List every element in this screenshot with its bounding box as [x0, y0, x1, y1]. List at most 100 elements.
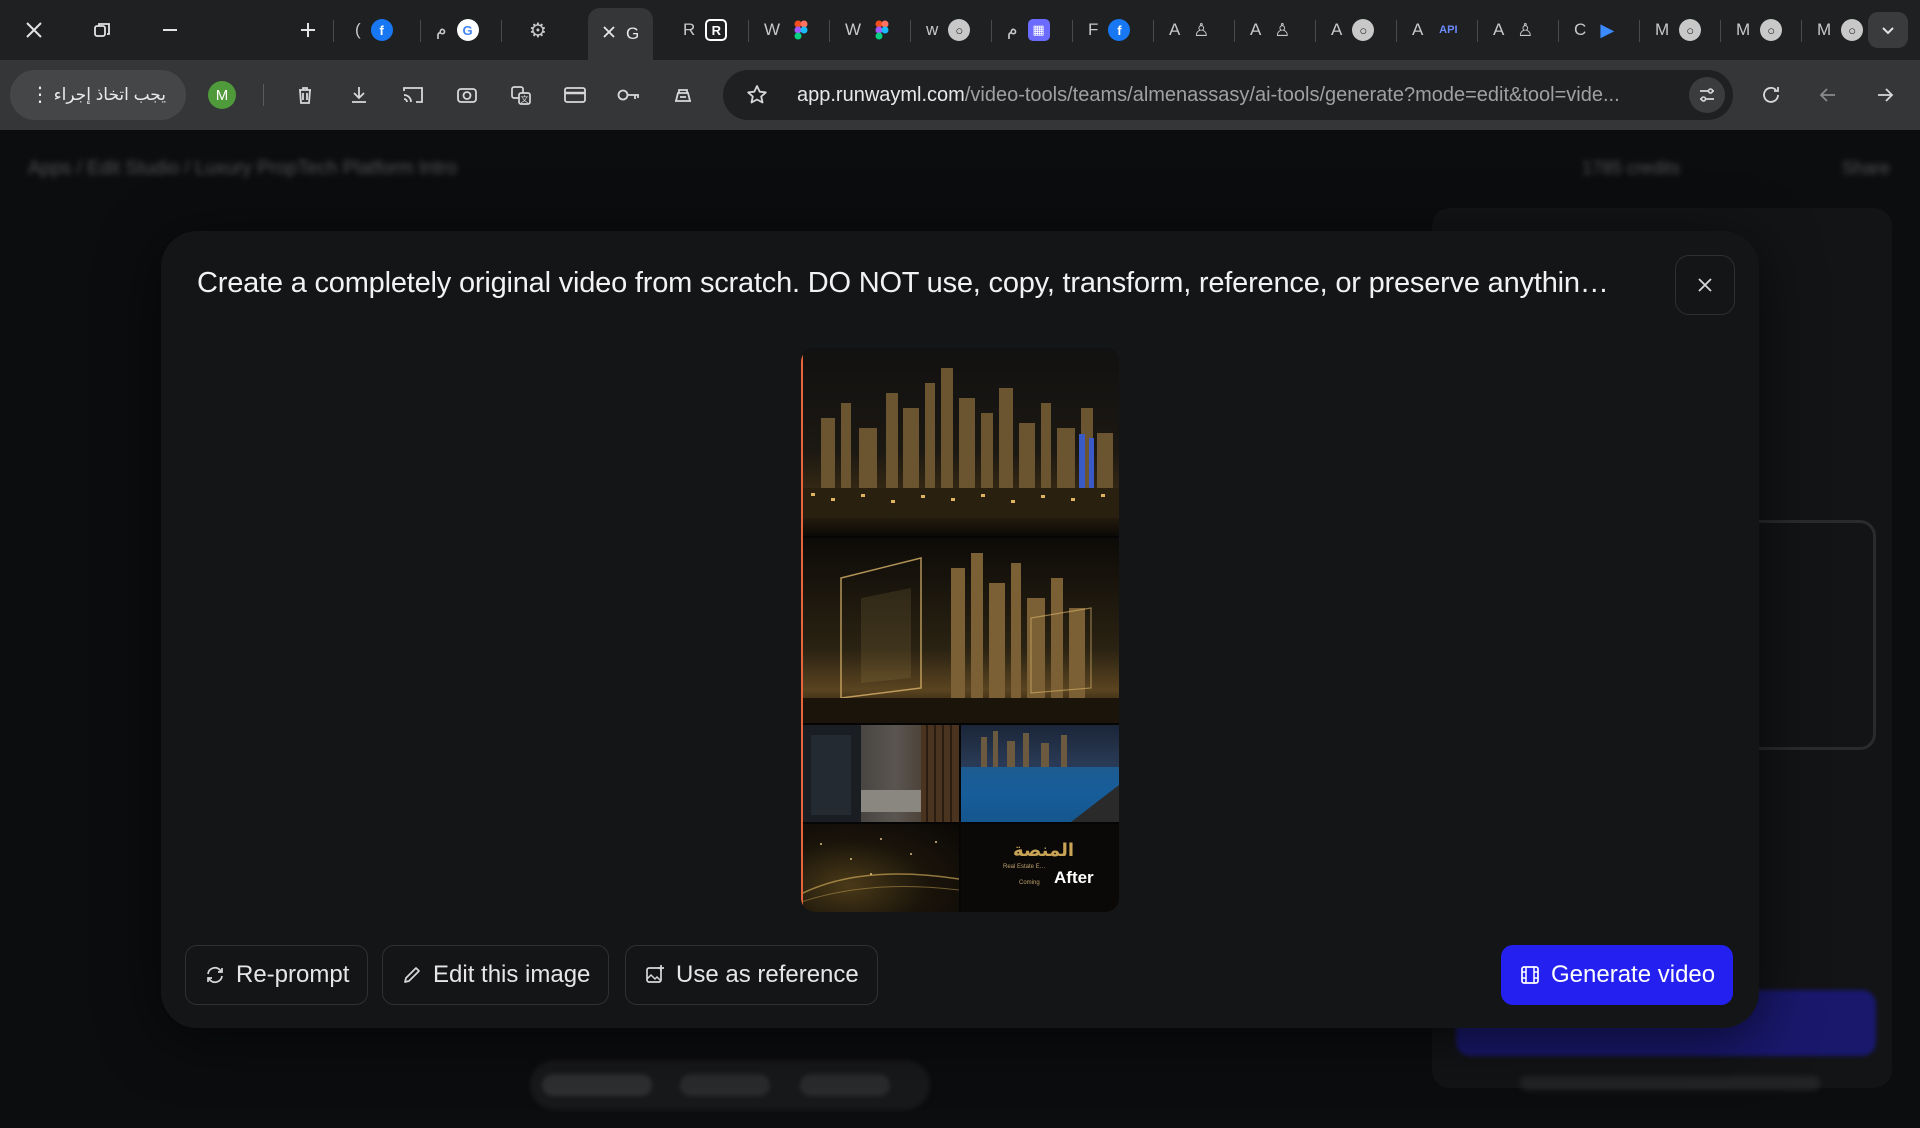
address-bar[interactable]: app.runwayml.com/video-tools/teams/almen…: [723, 70, 1733, 120]
tab-label: (: [355, 20, 361, 39]
browser-tab[interactable]: مG: [426, 12, 489, 48]
skyline-image: [801, 348, 1119, 536]
chevron-down-icon: [1882, 27, 1894, 35]
site-settings-icon[interactable]: [1689, 77, 1725, 113]
globe-icon: ○: [1760, 19, 1783, 41]
new-tab-icon[interactable]: [282, 8, 334, 52]
browser-tab[interactable]: M ○: [1726, 12, 1792, 48]
gold-dust-image: [801, 824, 959, 912]
logo-subtitle: Real Estate E…: [1003, 864, 1046, 870]
app-icon: ▦: [1027, 19, 1050, 41]
tab-separator: [1558, 20, 1559, 42]
browser-tab[interactable]: G: [588, 8, 654, 60]
action-required-label: يجب اتخاذ إجراء: [53, 85, 166, 104]
browser-tab[interactable]: م ▦: [997, 12, 1060, 48]
trash-icon[interactable]: [290, 80, 320, 110]
tab-separator: [1315, 20, 1316, 42]
extension-icon[interactable]: [668, 80, 698, 110]
profile-avatar[interactable]: M: [208, 81, 236, 109]
tab-label: A: [1412, 20, 1424, 39]
tab-search-button[interactable]: [1868, 12, 1908, 48]
browser-tab[interactable]: Ff: [1078, 12, 1140, 48]
browser-tab[interactable]: C ▶: [1564, 12, 1628, 48]
facebook-icon: f: [370, 19, 393, 41]
key-icon[interactable]: [614, 80, 644, 110]
reprompt-button[interactable]: Re-prompt: [185, 945, 369, 1005]
refresh-icon: [207, 967, 223, 983]
browser-tab[interactable]: w ○: [916, 12, 980, 48]
browser-tab[interactable]: A ♙: [1483, 12, 1546, 48]
browser-tab[interactable]: W: [754, 12, 822, 48]
credit-card-icon[interactable]: [560, 80, 590, 110]
google-icon: G: [456, 19, 479, 41]
play-icon: ▶: [1600, 19, 1615, 40]
browser-tab[interactable]: A ○: [1321, 12, 1384, 48]
tab-label: M: [1817, 20, 1832, 39]
bookmark-star-icon[interactable]: [745, 83, 769, 112]
tab-separator: [1477, 20, 1478, 42]
globe-icon: ○: [1841, 19, 1864, 41]
tab-separator: [333, 20, 334, 42]
tab-strip: (fمG‮⚙GRRWWw○م▦FfA♙A♙A○AAPIA♙C▶M○M○M○: [0, 0, 1920, 60]
generate-video-button[interactable]: Generate video: [1501, 945, 1734, 1005]
reprompt-label: Re-prompt: [236, 961, 350, 988]
stamp-icon: ♙: [1274, 19, 1291, 40]
browser-tab[interactable]: W: [835, 12, 903, 48]
background-note: [1520, 1076, 1820, 1090]
close-icon[interactable]: [602, 24, 616, 44]
back-arrow-icon[interactable]: [1813, 80, 1843, 110]
translate-icon[interactable]: 文: [506, 80, 536, 110]
image-preview-modal: Create a completely original video from …: [161, 231, 1759, 1028]
before-after-divider[interactable]: [801, 348, 803, 912]
tab-label: M: [1736, 20, 1751, 39]
runway-icon: R: [705, 19, 728, 41]
browser-tab[interactable]: A ♙: [1240, 12, 1303, 48]
reload-icon[interactable]: [1756, 80, 1786, 110]
tab-label: W: [764, 20, 781, 39]
browser-tab[interactable]: RR: [673, 12, 737, 48]
tab-separator: [1234, 20, 1235, 42]
film-icon: [1521, 966, 1539, 984]
tab-separator: [1720, 20, 1721, 42]
tab-label: C: [1574, 20, 1587, 39]
tab-separator: [1639, 20, 1640, 42]
screenshot-icon[interactable]: [452, 80, 482, 110]
pool-image: [961, 725, 1119, 822]
url-host: app.runwayml.com: [797, 83, 965, 106]
edit-image-button[interactable]: Edit this image: [382, 945, 610, 1005]
tab-label: A: [1250, 20, 1262, 39]
tab-separator: [501, 20, 502, 42]
window-close-icon[interactable]: [8, 8, 60, 52]
browser-tab[interactable]: ‮⚙: [507, 12, 559, 48]
browser-tab[interactable]: A API: [1402, 12, 1473, 48]
generate-video-label: Generate video: [1551, 961, 1716, 988]
svg-text:文: 文: [521, 94, 529, 104]
edit-image-label: Edit this image: [433, 961, 591, 988]
background-credits: 1785 credits: [1581, 158, 1680, 178]
close-button[interactable]: [1675, 255, 1735, 315]
browser-tab[interactable]: (f: [345, 12, 403, 48]
action-required-button[interactable]: ⋮ يجب اتخاذ إجراء: [10, 70, 186, 120]
stamp-icon: ♙: [1193, 19, 1210, 40]
tab-label: م: [436, 20, 447, 39]
background-breadcrumb: Apps / Edit Studio / Luxury PropTech Pla…: [28, 158, 457, 179]
browser-tab[interactable]: M ○: [1807, 12, 1873, 48]
cast-icon[interactable]: [398, 80, 428, 110]
figma-icon: [871, 19, 893, 41]
tab-separator: [420, 20, 421, 42]
tab-label: R: [683, 20, 696, 39]
figma-icon: [790, 19, 812, 41]
tab-label: A: [1493, 20, 1505, 39]
image-add-icon: [646, 965, 664, 983]
window-restore-icon[interactable]: [76, 8, 128, 52]
tab-label: A: [1331, 20, 1343, 39]
globe-icon: ○: [948, 19, 971, 41]
use-as-reference-button[interactable]: Use as reference: [625, 945, 878, 1005]
generated-image-preview[interactable]: المنصة Real Estate E… Coming After: [801, 348, 1119, 912]
window-minimize-icon[interactable]: [144, 8, 196, 52]
browser-tab[interactable]: A ♙: [1159, 12, 1222, 48]
browser-tab[interactable]: M ○: [1645, 12, 1711, 48]
tab-separator: [1396, 20, 1397, 42]
download-icon[interactable]: [344, 80, 374, 110]
forward-arrow-icon[interactable]: [1870, 80, 1900, 110]
